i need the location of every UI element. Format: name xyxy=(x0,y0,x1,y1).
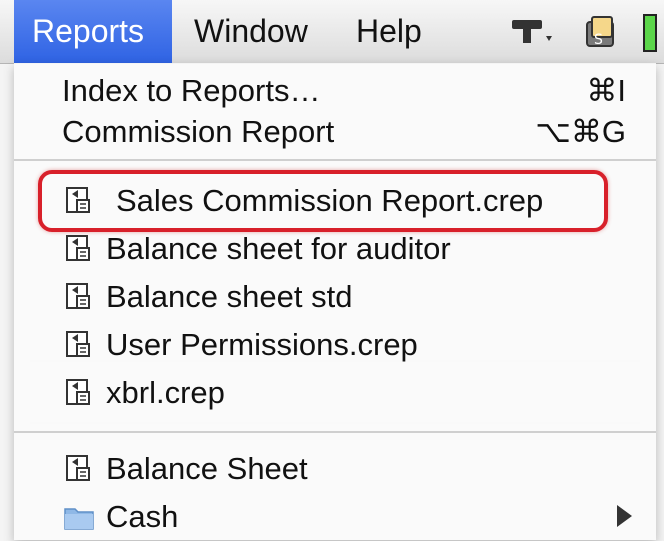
menu-bar-window[interactable]: Window xyxy=(176,0,326,63)
reports-menu: Index to Reports… ⌘I Commission Report ⌥… xyxy=(14,63,656,540)
menu-separator xyxy=(14,159,656,161)
menu-item-xbrl[interactable]: xbrl.crep xyxy=(14,369,656,417)
menu-item-label: User Permissions.crep xyxy=(106,327,418,362)
folder-icon xyxy=(64,508,94,530)
menu-item-balance-sheet-std[interactable]: Balance sheet std xyxy=(14,273,656,321)
annotation-highlight-ring xyxy=(38,170,608,232)
report-doc-icon xyxy=(66,235,90,261)
menu-bar: Reports Window Help S xyxy=(0,0,664,64)
report-doc-icon xyxy=(66,455,90,481)
menu-item-label: Balance sheet std xyxy=(106,279,353,314)
menu-item-label: xbrl.crep xyxy=(106,375,225,410)
menu-item-commission-report[interactable]: Commission Report ⌥⌘G xyxy=(14,108,656,156)
menu-item-label: Balance Sheet xyxy=(106,451,308,486)
menu-item-cash[interactable]: Cash xyxy=(14,493,656,541)
svg-text:S: S xyxy=(594,32,603,48)
menu-item-balance-sheet-auditor[interactable]: Balance sheet for auditor xyxy=(14,225,656,273)
report-doc-icon xyxy=(66,379,90,405)
menu-item-label: Commission Report xyxy=(62,114,335,149)
report-doc-icon xyxy=(66,283,90,309)
menu-separator xyxy=(14,431,656,433)
menu-item-balance-sheet[interactable]: Balance Sheet xyxy=(14,445,656,493)
menu-item-user-permissions[interactable]: User Permissions.crep xyxy=(14,321,656,369)
menu-bar-help[interactable]: Help xyxy=(338,0,440,63)
menu-item-label: Cash xyxy=(106,499,179,534)
report-doc-icon xyxy=(66,331,90,357)
menu-bar-reports[interactable]: Reports xyxy=(14,0,172,63)
menu-item-shortcut: ⌥⌘G xyxy=(535,114,626,149)
menu-item-label: Balance sheet for auditor xyxy=(106,231,451,266)
submenu-arrow-icon xyxy=(617,505,632,527)
display-icon[interactable] xyxy=(510,14,558,50)
script-icon[interactable]: S xyxy=(583,14,619,50)
battery-icon xyxy=(643,14,657,52)
